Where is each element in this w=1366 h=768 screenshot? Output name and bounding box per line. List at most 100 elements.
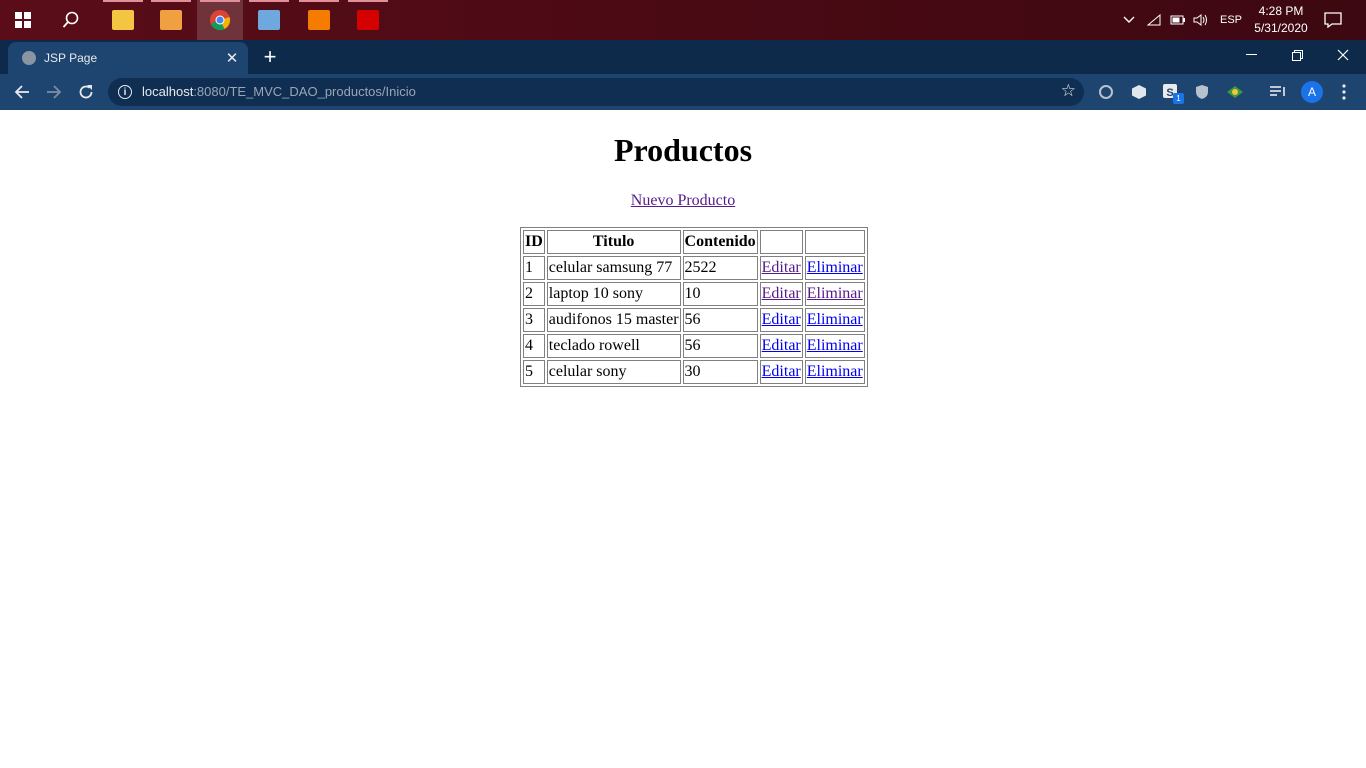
search-button[interactable] [48, 0, 94, 40]
bookmark-star-icon[interactable]: ☆ [1061, 81, 1076, 101]
cell-edit: Editar [759, 360, 803, 384]
browser-menu-button[interactable] [1334, 82, 1354, 102]
table-row: 5 celular sony 30 Editar Eliminar [523, 360, 865, 384]
delete-link[interactable]: Eliminar [807, 337, 863, 354]
arrow-left-icon [14, 85, 29, 99]
cell-id: 2 [523, 282, 545, 306]
taskbar-file-explorer[interactable] [100, 0, 146, 40]
browser-tab[interactable]: JSP Page ✕ [8, 42, 248, 74]
start-button[interactable] [0, 0, 46, 40]
extension-s-icon[interactable]: S 1 [1161, 82, 1184, 104]
cell-contenido: 56 [682, 308, 758, 332]
chrome-icon [210, 10, 231, 31]
cell-delete: Eliminar [804, 256, 865, 280]
arrow-right-icon [47, 85, 62, 99]
new-tab-button[interactable]: + [256, 44, 284, 69]
acrobat-icon [357, 10, 379, 30]
delete-link[interactable]: Eliminar [807, 259, 863, 276]
edit-link[interactable]: Editar [762, 311, 801, 328]
cell-contenido: 10 [682, 282, 758, 306]
cell-delete: Eliminar [804, 308, 865, 332]
cell-titulo: celular samsung 77 [546, 256, 681, 280]
chevron-up-icon [1123, 16, 1135, 23]
delete-link[interactable]: Eliminar [807, 285, 863, 302]
url-text[interactable]: localhost:8080/TE_MVC_DAO_productos/Inic… [142, 84, 416, 99]
restore-button[interactable] [1274, 40, 1320, 70]
file-explorer-icon [112, 10, 134, 30]
taskbar-media-player[interactable] [148, 0, 194, 40]
info-icon[interactable]: i [118, 85, 132, 99]
back-button[interactable] [8, 78, 36, 106]
cell-titulo: teclado rowell [546, 334, 681, 358]
new-product-link[interactable]: Nuevo Producto [631, 192, 735, 209]
cell-delete: Eliminar [804, 334, 865, 358]
battery-icon[interactable] [1168, 0, 1188, 40]
delete-link[interactable]: Eliminar [807, 311, 863, 328]
url-path: :8080/TE_MVC_DAO_productos/Inicio [193, 84, 416, 99]
extension-1-icon[interactable] [1096, 82, 1116, 102]
taskbar-acrobat[interactable] [345, 0, 391, 40]
edit-link[interactable]: Editar [762, 259, 801, 276]
globe-icon [22, 51, 36, 65]
cell-edit: Editar [759, 282, 803, 306]
taskbar-chrome[interactable] [197, 0, 243, 40]
extension-flag-icon[interactable] [1225, 82, 1245, 102]
search-icon [62, 11, 79, 28]
header-id: ID [523, 230, 545, 254]
cell-id: 5 [523, 360, 545, 384]
edit-link[interactable]: Editar [762, 285, 801, 302]
cell-edit: Editar [759, 256, 803, 280]
address-bar[interactable]: i localhost:8080/TE_MVC_DAO_productos/In… [108, 78, 1084, 106]
cell-titulo: audifonos 15 master [546, 308, 681, 332]
edit-link[interactable]: Editar [762, 337, 801, 354]
virtualbox-icon [258, 10, 280, 30]
extension-badge: 1 [1173, 93, 1184, 104]
table-row: 3 audifonos 15 master 56 Editar Eliminar [523, 308, 865, 332]
notification-icon [1324, 12, 1342, 28]
close-window-button[interactable] [1320, 40, 1366, 70]
products-table: ID Titulo Contenido 1 celular samsung 77… [520, 227, 868, 387]
new-product-link-container: Nuevo Producto [0, 192, 1366, 210]
taskbar-clock[interactable]: 4:28 PM 5/31/2020 [1248, 3, 1314, 37]
taskbar-virtualbox[interactable] [246, 0, 292, 40]
delete-link[interactable]: Eliminar [807, 363, 863, 380]
cell-contenido: 30 [682, 360, 758, 384]
windows-logo-icon [15, 12, 31, 28]
volume-icon[interactable] [1191, 0, 1211, 40]
cell-id: 1 [523, 256, 545, 280]
cell-id: 4 [523, 334, 545, 358]
extension-shield-icon[interactable] [1192, 82, 1212, 102]
wifi-icon[interactable] [1144, 0, 1164, 40]
clock-date: 5/31/2020 [1254, 21, 1308, 35]
header-delete [804, 230, 865, 254]
page-title: Productos [613, 132, 753, 168]
windows-taskbar: ESP 4:28 PM 5/31/2020 [0, 0, 1366, 40]
cell-delete: Eliminar [804, 360, 865, 384]
table-row: 4 teclado rowell 56 Editar Eliminar [523, 334, 865, 358]
cell-contenido: 2522 [682, 256, 758, 280]
cell-titulo: celular sony [546, 360, 681, 384]
forward-button[interactable] [40, 78, 68, 106]
header-contenido: Contenido [682, 230, 758, 254]
reload-button[interactable] [72, 78, 100, 106]
edit-link[interactable]: Editar [762, 363, 801, 380]
taskbar-xampp[interactable] [296, 0, 342, 40]
profile-avatar[interactable]: A [1301, 81, 1323, 103]
show-hidden-icons-button[interactable] [1118, 0, 1140, 40]
media-control-icon[interactable] [1268, 82, 1288, 102]
minimize-button[interactable] [1228, 40, 1274, 70]
extension-cube-icon[interactable] [1129, 82, 1149, 102]
cell-edit: Editar [759, 334, 803, 358]
table-row: 2 laptop 10 sony 10 Editar Eliminar [523, 282, 865, 306]
page-content: Productos Nuevo Producto ID Titulo Conte… [0, 110, 1366, 768]
action-center-button[interactable] [1320, 0, 1346, 40]
url-host: localhost [142, 84, 194, 99]
restore-icon [1291, 49, 1303, 61]
language-indicator[interactable]: ESP [1218, 0, 1244, 40]
close-icon [1337, 49, 1349, 61]
cell-contenido: 56 [682, 334, 758, 358]
close-tab-icon[interactable]: ✕ [222, 48, 242, 68]
cell-id: 3 [523, 308, 545, 332]
media-player-icon [160, 10, 182, 30]
reload-icon [79, 85, 93, 99]
